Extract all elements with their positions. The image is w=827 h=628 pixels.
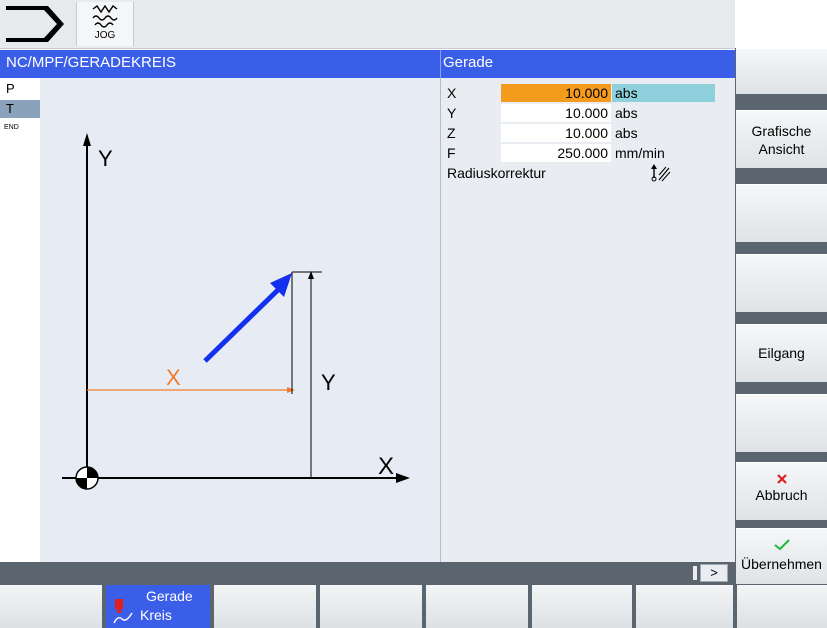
param-row-y: Y 10.000 abs [447, 104, 727, 122]
param-value-x[interactable]: 10.000 [501, 84, 611, 102]
cancel-icon [777, 474, 787, 484]
y-axis-label: Y [98, 146, 113, 171]
eilgang-label: Eilgang [758, 345, 805, 361]
radius-correction-label: Radiuskorrektur [447, 165, 546, 181]
param-unit-f[interactable]: mm/min [612, 144, 665, 162]
parameter-panel: X 10.000 abs Y 10.000 abs Z 10.000 abs F… [441, 78, 735, 562]
x-dimension-label: X [166, 365, 181, 390]
param-name-x: X [447, 85, 457, 101]
uebernehmen-button[interactable]: Übernehmen [736, 528, 827, 584]
origin-icon [75, 466, 99, 490]
strip-item-p[interactable]: P [0, 80, 40, 98]
hsoftkey-7[interactable] [636, 585, 733, 628]
param-name-y: Y [447, 105, 457, 121]
softkey-4[interactable] [736, 254, 827, 312]
param-row-radius: Radiuskorrektur [447, 164, 727, 182]
checkmark-icon [774, 539, 790, 551]
jog-label: JOG [94, 30, 116, 41]
x-dimension-arrowhead [287, 387, 295, 393]
grafische-label-2: Ansicht [758, 141, 805, 157]
softkey-3[interactable] [736, 184, 827, 242]
softkey-6[interactable] [736, 394, 827, 452]
x-axis-label: X [378, 453, 394, 480]
panel-title: Gerade [440, 50, 735, 78]
param-name-f: F [447, 145, 456, 161]
status-bar [0, 562, 735, 584]
hsoftkey-3[interactable] [214, 585, 316, 628]
y-dimension-label: Y [321, 370, 336, 395]
gerade-label: Gerade [146, 588, 193, 604]
jog-mode-indicator: JOG [76, 2, 134, 46]
line-circle-icon [113, 599, 133, 624]
jog-icon [92, 5, 118, 28]
param-unit-z[interactable]: abs [612, 124, 638, 142]
param-value-f[interactable]: 250.000 [501, 144, 611, 162]
machine-mode-icon [6, 6, 64, 42]
abbruch-label: Abbruch [755, 487, 808, 503]
uebernehmen-label: Übernehmen [741, 556, 822, 572]
param-row-x: X 10.000 abs [447, 84, 727, 102]
hsoftkey-5[interactable] [426, 585, 528, 628]
y-axis-arrowhead [83, 133, 91, 146]
eilgang-button[interactable]: Eilgang [736, 324, 827, 382]
abbruch-button[interactable]: Abbruch [736, 462, 827, 520]
hsoftkey-1[interactable] [0, 585, 102, 628]
more-button[interactable]: > [700, 564, 728, 582]
program-path: NC/MPF/GERADEKREIS [0, 50, 440, 78]
param-unit-x[interactable]: abs [612, 84, 715, 102]
motion-line [203, 284, 284, 363]
help-diagram: Y X X Y [40, 78, 441, 562]
gerade-kreis-button[interactable]: Gerade Kreis [106, 585, 210, 628]
kreis-label: Kreis [140, 607, 172, 623]
radius-correction-icon[interactable] [647, 164, 671, 182]
param-value-z[interactable]: 10.000 [501, 124, 611, 142]
param-unit-y[interactable]: abs [612, 104, 638, 122]
top-bar: JOG [0, 0, 735, 49]
hsoftkey-6[interactable] [532, 585, 632, 628]
status-separator [693, 566, 697, 580]
param-row-f: F 250.000 mm/min [447, 144, 727, 162]
strip-item-t[interactable]: T [0, 100, 40, 118]
grafische-ansicht-button[interactable]: Grafische Ansicht [736, 110, 827, 168]
grafische-label-1: Grafische [751, 123, 812, 139]
param-value-y[interactable]: 10.000 [501, 104, 611, 122]
param-name-z: Z [447, 125, 456, 141]
hsoftkey-8[interactable] [737, 585, 827, 628]
softkey-1[interactable] [736, 48, 827, 94]
hsoftkey-4[interactable] [320, 585, 422, 628]
param-row-z: Z 10.000 abs [447, 124, 727, 142]
x-axis-arrowhead [396, 473, 410, 483]
strip-item-end[interactable]: END [0, 122, 40, 134]
program-line-strip: P T END [0, 78, 41, 562]
